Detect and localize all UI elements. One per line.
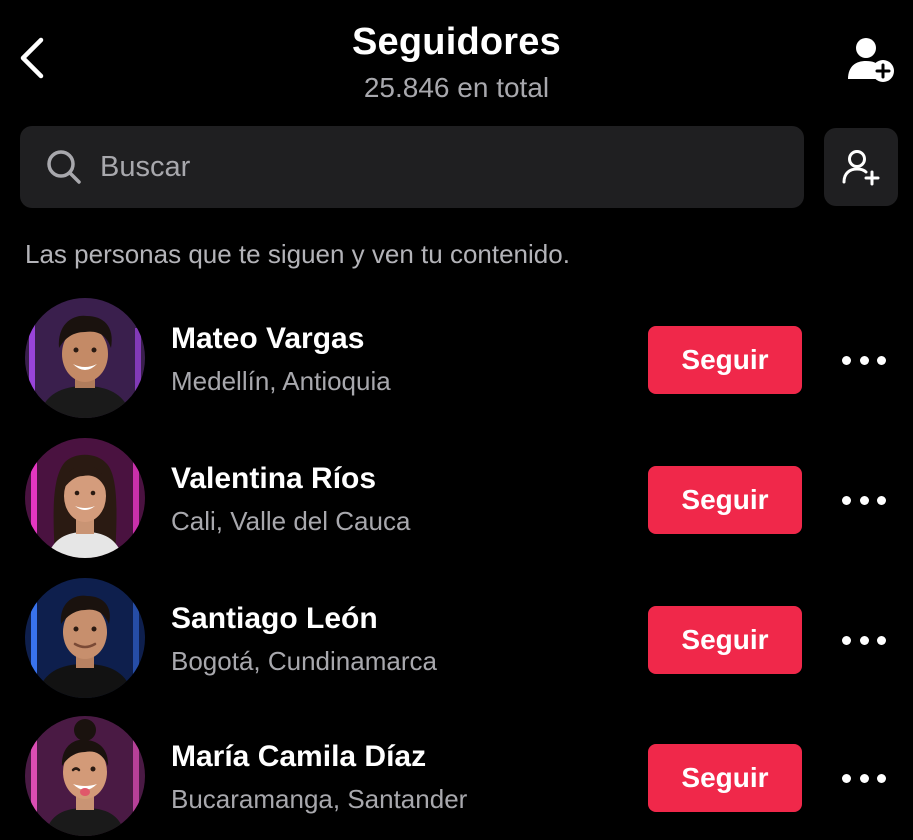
follower-row: Mateo Vargas Medellín, Antioquia Seguir <box>0 298 913 424</box>
search-bar[interactable] <box>20 126 804 208</box>
follower-location: Bogotá, Cundinamarca <box>171 646 437 676</box>
more-options-button[interactable] <box>836 340 892 380</box>
search-input[interactable] <box>100 150 740 184</box>
follow-button[interactable]: Seguir <box>648 326 802 394</box>
more-icon-dot <box>859 773 869 783</box>
follower-row: Santiago León Bogotá, Cundinamarca Segui… <box>0 578 913 704</box>
avatar-photo <box>25 578 145 698</box>
list-description: Las personas que te siguen y ven tu cont… <box>25 239 570 269</box>
more-icon-dot <box>877 355 886 365</box>
follower-row: María Camila Díaz Bucaramanga, Santander… <box>0 716 913 840</box>
more-options-button[interactable] <box>836 620 892 660</box>
more-icon <box>842 773 851 783</box>
page-title: Seguidores <box>352 21 561 63</box>
follow-button[interactable]: Seguir <box>648 744 802 812</box>
more-icon-dot <box>859 635 869 645</box>
avatar[interactable] <box>25 578 145 698</box>
more-icon-dot <box>877 773 886 783</box>
follower-row: Valentina Ríos Cali, Valle del Cauca Seg… <box>0 438 913 564</box>
more-options-button[interactable] <box>836 758 892 798</box>
follower-name[interactable]: María Camila Díaz <box>171 738 426 776</box>
avatar-photo <box>25 716 145 836</box>
add-user-icon <box>842 150 880 186</box>
avatar[interactable] <box>25 298 145 418</box>
add-user-icon <box>848 38 894 82</box>
more-icon <box>842 635 851 645</box>
more-icon-dot <box>859 495 869 505</box>
more-icon-dot <box>877 495 886 505</box>
follower-name[interactable]: Valentina Ríos <box>171 460 376 498</box>
more-icon-dot <box>877 635 886 645</box>
avatar[interactable] <box>25 716 145 836</box>
find-friends-button[interactable] <box>824 128 898 206</box>
follower-count: 25.846 en total <box>363 72 550 103</box>
more-icon-dot <box>859 355 869 365</box>
avatar-photo <box>25 298 145 418</box>
followers-screen: Seguidores 25.846 en total Las personas … <box>0 0 913 840</box>
avatar-photo <box>25 438 145 558</box>
more-options-button[interactable] <box>836 480 892 520</box>
add-user-button[interactable] <box>843 32 899 88</box>
search-icon <box>47 150 81 184</box>
follow-button[interactable]: Seguir <box>648 606 802 674</box>
follower-location: Bucaramanga, Santander <box>171 784 468 814</box>
follow-button[interactable]: Seguir <box>648 466 802 534</box>
more-icon <box>842 355 851 365</box>
follower-location: Medellín, Antioquia <box>171 366 391 396</box>
avatar[interactable] <box>25 438 145 558</box>
follower-name[interactable]: Santiago León <box>171 600 378 638</box>
follower-location: Cali, Valle del Cauca <box>171 506 411 536</box>
more-icon <box>842 495 851 505</box>
follower-name[interactable]: Mateo Vargas <box>171 320 364 358</box>
